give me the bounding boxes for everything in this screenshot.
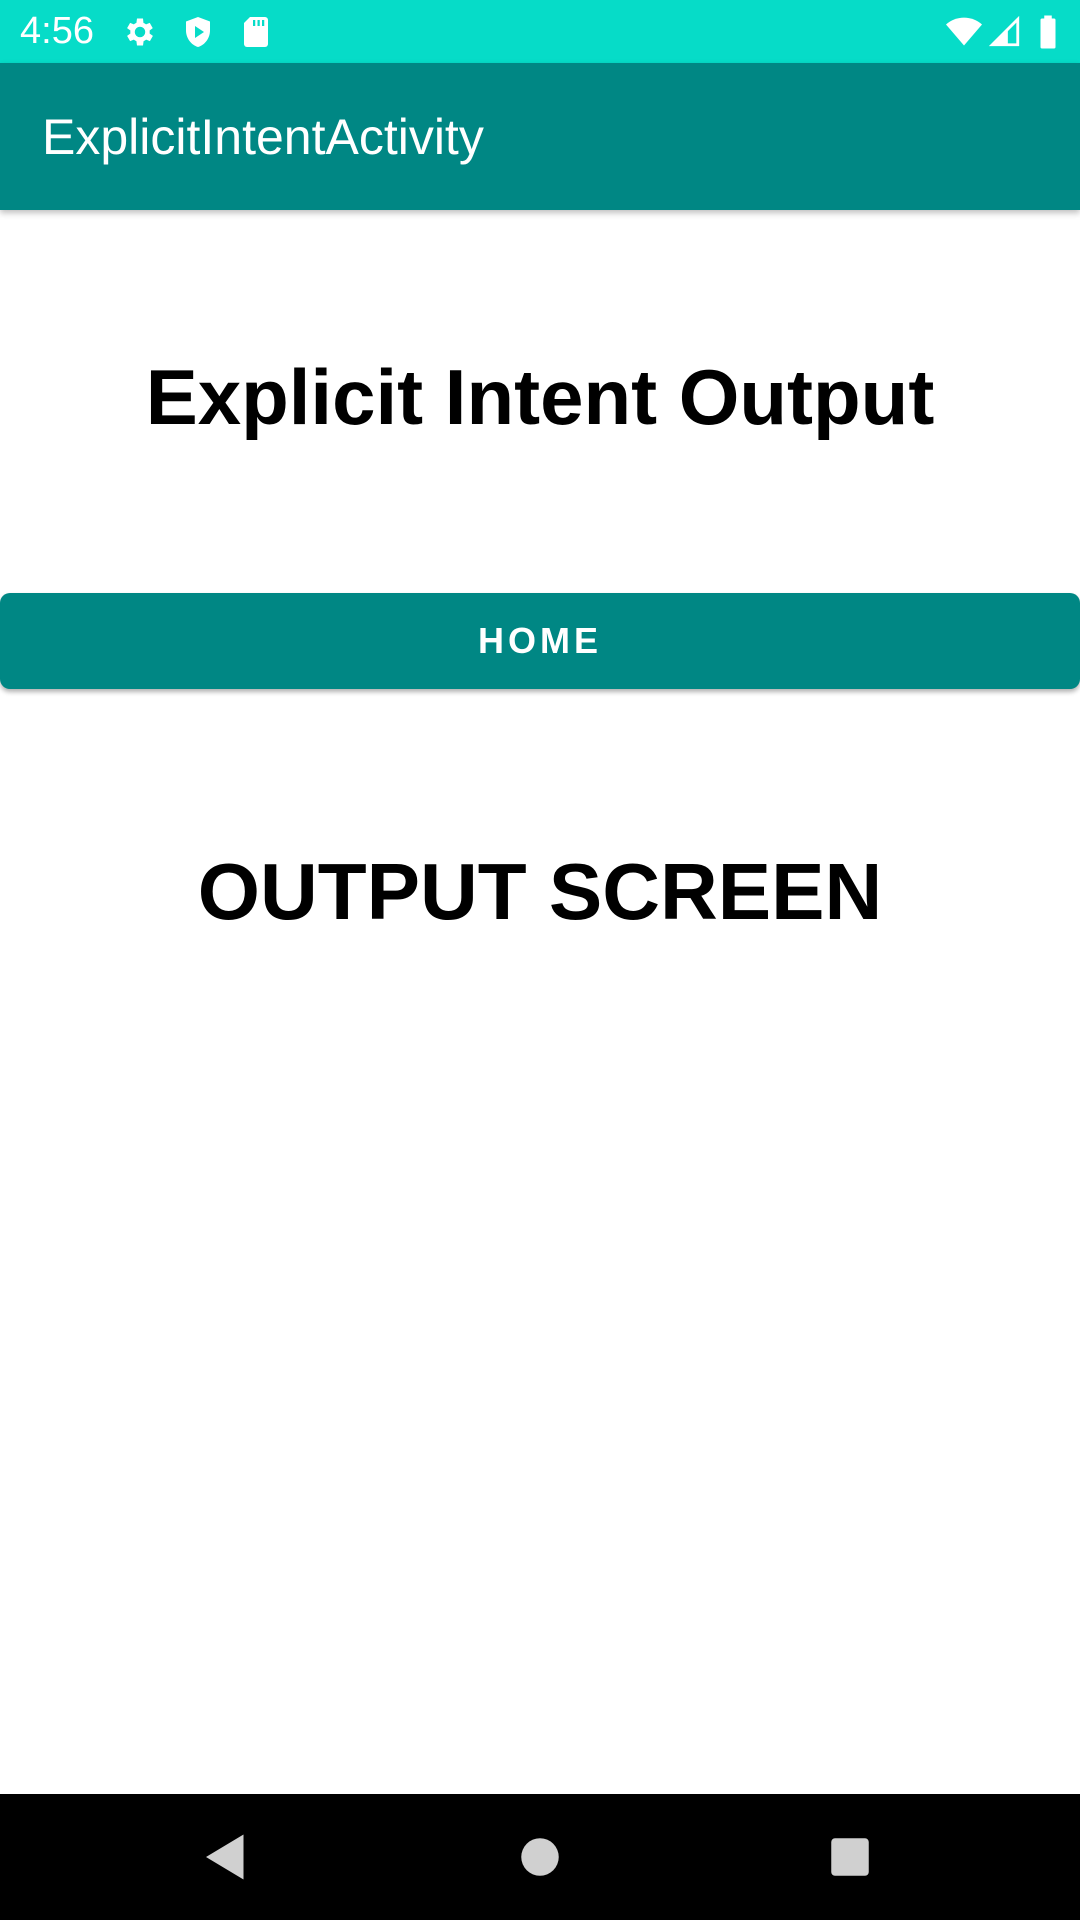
back-icon[interactable] bbox=[196, 1827, 256, 1887]
home-icon[interactable] bbox=[510, 1827, 570, 1887]
output-heading: Explicit Intent Output bbox=[145, 353, 935, 441]
app-title: ExplicitIntentActivity bbox=[42, 109, 484, 165]
battery-icon bbox=[1036, 14, 1060, 50]
screen-label: OUTPUT SCREEN bbox=[197, 847, 883, 936]
home-button[interactable]: HOME bbox=[0, 593, 1080, 689]
screen: 4:56 ExplicitIntentActivity Explicit Int… bbox=[0, 0, 1080, 1920]
app-bar: ExplicitIntentActivity bbox=[0, 63, 1080, 210]
shield-play-icon bbox=[180, 14, 216, 50]
gear-icon bbox=[122, 14, 158, 50]
navigation-bar bbox=[0, 1794, 1080, 1920]
recents-icon[interactable] bbox=[820, 1827, 880, 1887]
sd-card-icon bbox=[238, 14, 274, 50]
wifi-icon bbox=[944, 14, 984, 50]
signal-icon bbox=[988, 14, 1022, 50]
status-bar: 4:56 bbox=[0, 0, 1080, 63]
status-time: 4:56 bbox=[20, 10, 94, 52]
